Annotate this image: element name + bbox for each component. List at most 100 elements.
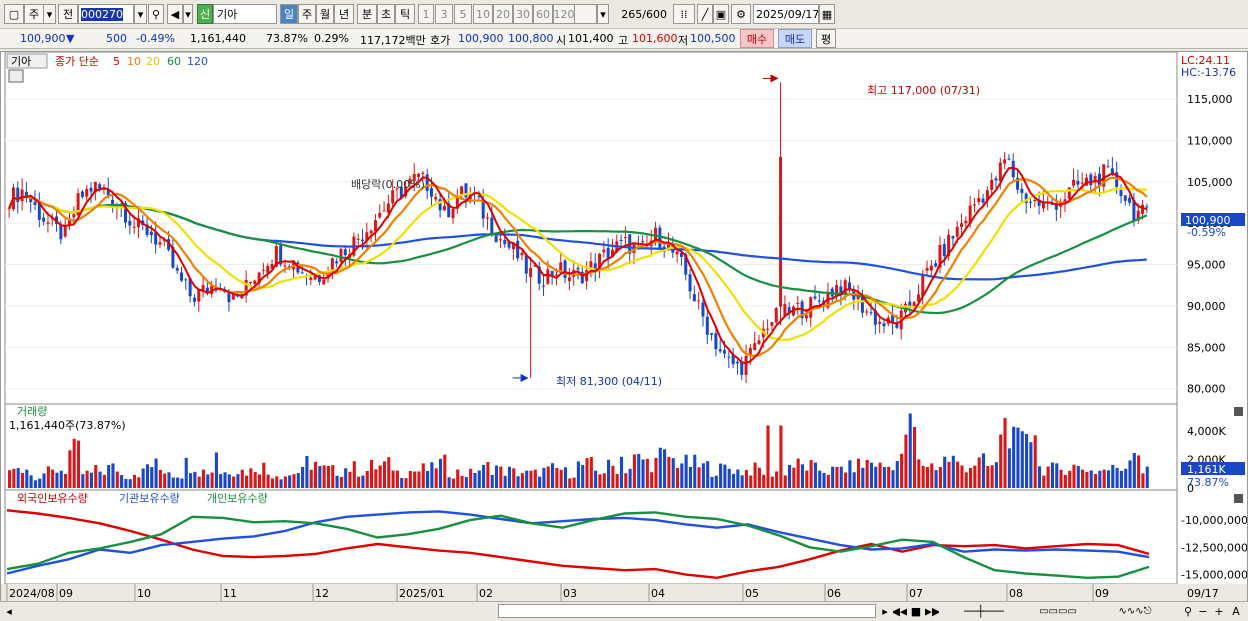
period-year[interactable]: 년 bbox=[334, 4, 354, 24]
candle-body bbox=[434, 196, 438, 200]
volume-bar bbox=[981, 453, 986, 488]
stock-name-field[interactable]: 기아 bbox=[213, 4, 277, 24]
zoom-slider[interactable]: ──┼─── bbox=[948, 603, 1020, 619]
volume-bar bbox=[283, 476, 287, 488]
current-pct: -0.59% bbox=[1187, 226, 1226, 239]
chart-svg[interactable]: 115,000110,000105,000100,00095,00090,000… bbox=[1, 51, 1248, 602]
candle-body bbox=[955, 226, 959, 237]
preset-60[interactable]: 60 bbox=[533, 4, 553, 24]
candle-body bbox=[994, 178, 998, 181]
period-week[interactable]: 주 bbox=[298, 4, 316, 24]
window-icon[interactable]: ▢ bbox=[4, 4, 24, 24]
preset-5[interactable]: 5 bbox=[454, 4, 472, 24]
candle-body bbox=[1003, 159, 1007, 164]
speaker-icon[interactable]: ◀ bbox=[167, 4, 183, 24]
layout-icons[interactable]: ▭▭▭▭ bbox=[1028, 603, 1088, 619]
draw-tools-icons[interactable]: ∿∿∿⎋ bbox=[1090, 603, 1180, 619]
volume-bar bbox=[111, 463, 115, 488]
date-field[interactable]: 2025/09/17 bbox=[753, 4, 819, 24]
preset-30[interactable]: 30 bbox=[513, 4, 533, 24]
candle-body bbox=[546, 269, 550, 284]
volume-bar bbox=[822, 472, 826, 488]
volume-bar bbox=[1042, 475, 1046, 488]
sell-button[interactable]: 매도 bbox=[778, 29, 812, 48]
save-icon[interactable]: ▣ bbox=[713, 4, 729, 24]
candle-body bbox=[261, 269, 265, 271]
rewind-icon[interactable]: ◀◀ bbox=[893, 603, 907, 619]
stock-code-input[interactable]: 000270 bbox=[78, 4, 134, 24]
candle-body bbox=[658, 227, 662, 250]
speaker-dropdown-icon[interactable]: ▾ bbox=[183, 4, 193, 24]
candle-body bbox=[563, 260, 567, 279]
volume-bar bbox=[473, 472, 477, 488]
buy-button[interactable]: 매수 bbox=[740, 29, 774, 48]
preset-120[interactable]: 120 bbox=[553, 4, 575, 24]
code-dropdown-icon[interactable]: ▾ bbox=[134, 4, 147, 24]
preset-empty-field[interactable] bbox=[575, 4, 597, 24]
volume-bar bbox=[1072, 464, 1076, 488]
preset-20[interactable]: 20 bbox=[493, 4, 513, 24]
ma-10-label: 10 bbox=[127, 55, 141, 68]
volume-bar bbox=[1098, 470, 1102, 488]
volume-bar bbox=[1046, 466, 1050, 488]
candle-body bbox=[429, 188, 433, 197]
candle-body bbox=[929, 265, 933, 271]
volume-bar bbox=[637, 454, 641, 488]
search-icon[interactable]: ⚲ bbox=[148, 4, 164, 24]
period-minute[interactable]: 분 bbox=[357, 4, 377, 24]
gear-icon[interactable]: ⚙ bbox=[731, 4, 751, 24]
volume-bar bbox=[59, 470, 63, 488]
magnifier-icon[interactable]: ⚲ bbox=[1180, 603, 1196, 619]
quote-change: 500 bbox=[106, 32, 127, 45]
volume-bar bbox=[249, 468, 253, 488]
volume-close-icon[interactable] bbox=[1234, 407, 1243, 416]
period-day[interactable]: 일 bbox=[280, 4, 298, 24]
candle-body bbox=[33, 201, 37, 205]
font-size-icon[interactable]: A bbox=[1228, 603, 1244, 619]
zoom-in-icon[interactable]: + bbox=[1212, 603, 1226, 619]
volume-bar bbox=[861, 467, 865, 488]
preset-10[interactable]: 10 bbox=[473, 4, 493, 24]
candle-body bbox=[542, 285, 546, 287]
volume-bar bbox=[374, 469, 378, 488]
volume-bar bbox=[64, 473, 68, 488]
preset-dropdown-icon[interactable]: ▾ bbox=[597, 4, 609, 24]
scroll-left-icon[interactable]: ◂ bbox=[2, 603, 16, 619]
period-tick[interactable]: 틱 bbox=[395, 4, 415, 24]
scroll-thumb[interactable] bbox=[498, 604, 876, 618]
volume-bar bbox=[408, 470, 412, 488]
period-second[interactable]: 초 bbox=[377, 4, 395, 24]
candle-body bbox=[128, 220, 132, 226]
preset-3[interactable]: 3 bbox=[435, 4, 453, 24]
prev-button[interactable]: 전 bbox=[58, 4, 78, 24]
type-dropdown-icon[interactable]: ▾ bbox=[44, 4, 56, 24]
volume-bar bbox=[779, 425, 783, 488]
crosshair-icon[interactable]: ⁞⁞ bbox=[673, 4, 695, 24]
period-month[interactable]: 월 bbox=[316, 4, 334, 24]
forward-icon[interactable]: ▶▶ bbox=[925, 603, 939, 619]
volume-bar bbox=[417, 471, 421, 488]
volume-bar bbox=[1016, 427, 1020, 488]
zoom-out-icon[interactable]: − bbox=[1196, 603, 1210, 619]
calendar-icon[interactable]: ▦ bbox=[819, 4, 835, 24]
chart-area[interactable]: 115,000110,000105,000100,00095,00090,000… bbox=[0, 51, 1248, 621]
holdings-close-icon[interactable] bbox=[1234, 494, 1243, 503]
volume-bar bbox=[594, 470, 598, 488]
type-select[interactable]: 주 bbox=[24, 4, 44, 24]
draw-tool-icon[interactable]: ╱ bbox=[697, 4, 713, 24]
scroll-right-icon[interactable]: ▸ bbox=[878, 603, 892, 619]
volume-bar bbox=[813, 462, 817, 488]
quote-turnover: 0.29% bbox=[314, 32, 349, 45]
stop-icon[interactable]: ■ bbox=[909, 603, 923, 619]
table-icon[interactable] bbox=[8, 69, 24, 83]
volume-bar bbox=[1106, 470, 1111, 488]
volume-bar bbox=[775, 471, 779, 488]
preset-1[interactable]: 1 bbox=[418, 4, 434, 24]
candle-body bbox=[253, 280, 257, 285]
count-field[interactable]: 265/600 bbox=[611, 4, 667, 24]
candle-body bbox=[63, 225, 67, 237]
volume-bar bbox=[766, 425, 770, 488]
candle-body bbox=[80, 191, 84, 197]
volume-bar bbox=[611, 465, 615, 488]
eval-button[interactable]: 평 bbox=[816, 29, 836, 48]
